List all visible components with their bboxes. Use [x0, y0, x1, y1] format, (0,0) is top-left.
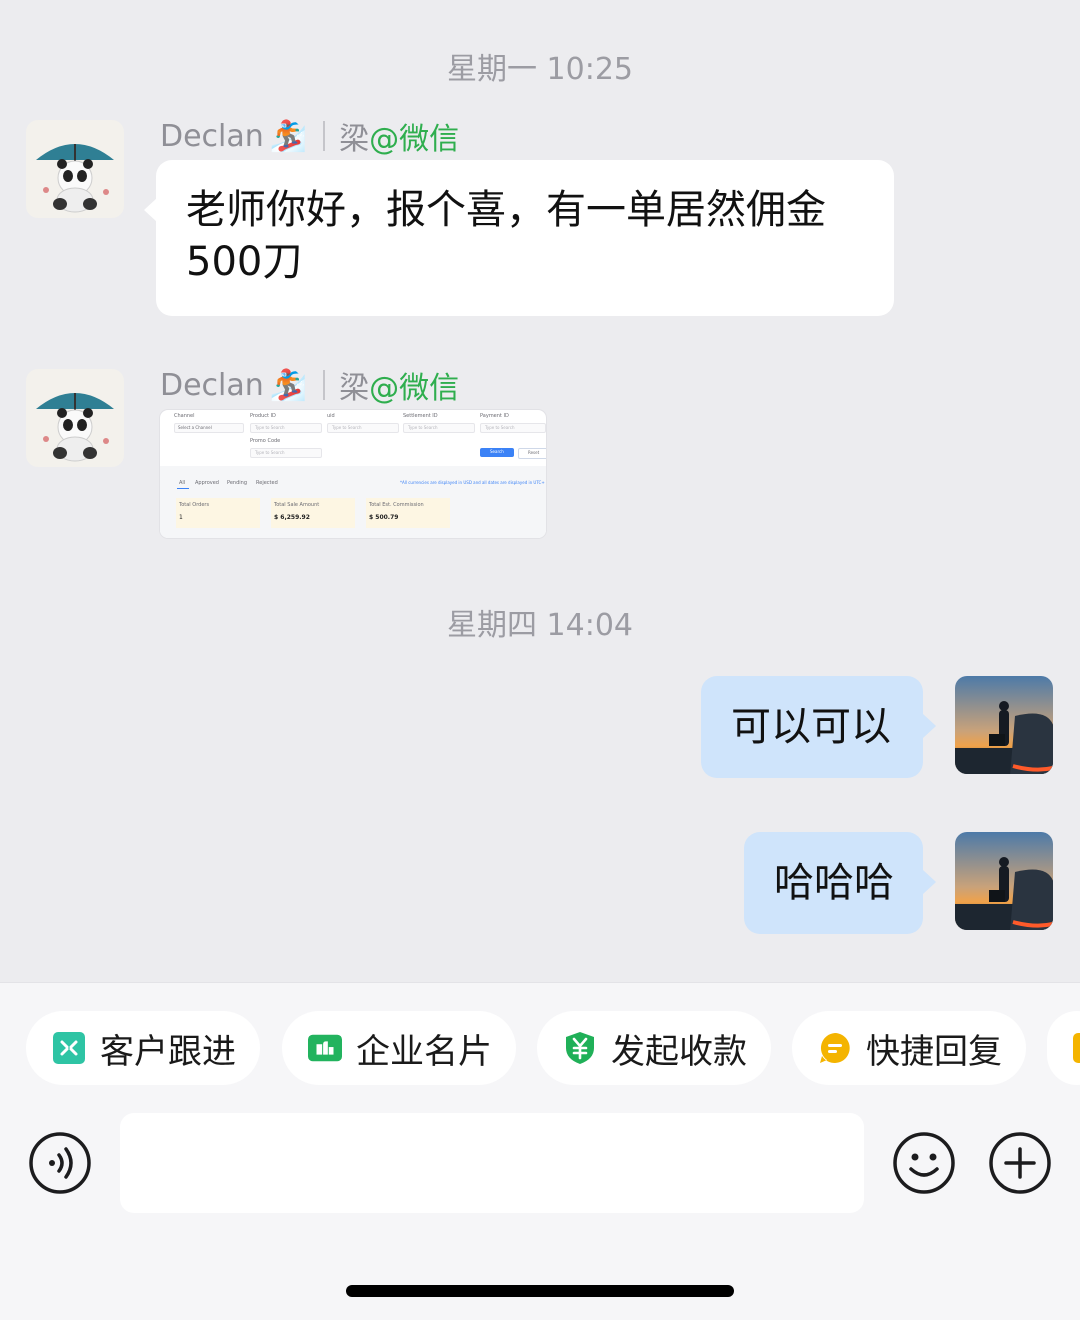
image-message-screenshot[interactable]: Channel Product ID uid Settlement ID Pay…	[160, 410, 546, 538]
bottom-toolbar: 客户跟进 企业名片 发起收款 快捷回复	[0, 982, 1080, 1320]
chip-label: 发起收款	[611, 1031, 747, 1072]
filter-label: Payment ID	[480, 413, 509, 419]
stat-card: Total Orders 1	[176, 498, 260, 528]
emoji-button[interactable]	[892, 1131, 956, 1195]
search-input: Type to Search	[327, 423, 399, 433]
self-avatar[interactable]	[955, 676, 1053, 774]
divider	[323, 121, 326, 151]
business-card-icon	[308, 1031, 342, 1065]
chip-business-card[interactable]: 企业名片	[282, 1011, 516, 1085]
tab-pending: Pending	[227, 480, 247, 486]
search-input: Type to Search	[250, 448, 322, 458]
panda-avatar-image	[26, 369, 124, 467]
message-text: 老师你好，报个喜，有一单居然佣金	[186, 187, 826, 233]
message-text: 可以可以	[731, 704, 891, 750]
snowboard-emoji: 🏂	[269, 118, 308, 154]
incoming-message-bubble[interactable]: 老师你好，报个喜，有一单居然佣金 500刀	[144, 160, 894, 316]
filter-label: uid	[327, 413, 335, 419]
filter-label: Settlement ID	[403, 413, 438, 419]
outgoing-message-bubble[interactable]: 可以可以	[701, 676, 936, 778]
filter-label: Channel	[174, 413, 195, 419]
chip-payment[interactable]: 发起收款	[537, 1011, 771, 1085]
tab-all: All	[179, 480, 186, 486]
sunset-avatar-image	[955, 676, 1053, 774]
home-indicator	[346, 1285, 734, 1297]
sender-source: @微信	[369, 122, 460, 157]
chip-customer-followup[interactable]: 客户跟进	[26, 1011, 260, 1085]
timestamp: 星期一 10:25	[447, 52, 633, 87]
sender-remark: 梁	[339, 122, 370, 157]
sender-source: @微信	[369, 371, 460, 406]
emoji-icon	[893, 1132, 955, 1194]
stat-card: Total Est. Commission $ 500.79	[366, 498, 450, 528]
search-input: Type to Search	[480, 423, 546, 433]
payment-shield-icon	[563, 1031, 597, 1065]
sender-name: Declan	[160, 118, 264, 154]
channel-select: Select a Channel	[174, 423, 244, 433]
tab-underline	[177, 488, 189, 489]
sender-remark: 梁	[339, 371, 370, 406]
sender-avatar[interactable]	[26, 369, 124, 467]
panda-avatar-image	[26, 120, 124, 218]
sender-line: Declan 🏂 梁 @微信	[160, 363, 459, 407]
quick-reply-icon	[818, 1031, 852, 1065]
promo-label: Promo Code	[250, 438, 281, 444]
search-input: Type to Search	[403, 423, 475, 433]
message-text-line2: 500刀	[186, 239, 303, 285]
chip-label: 客户跟进	[100, 1031, 236, 1072]
outgoing-message-bubble[interactable]: 哈哈哈	[744, 832, 936, 934]
customer-followup-icon	[52, 1031, 86, 1065]
sunset-avatar-image	[955, 832, 1053, 930]
stat-card: Total Sale Amount $ 6,259.92	[271, 498, 355, 528]
chip-more-partial[interactable]	[1047, 1011, 1080, 1085]
sender-line: Declan 🏂 梁 @微信	[160, 114, 459, 158]
snowboard-emoji: 🏂	[269, 367, 308, 403]
sender-avatar[interactable]	[26, 120, 124, 218]
tab-approved: Approved	[195, 480, 219, 486]
chip-label: 企业名片	[356, 1031, 492, 1072]
plus-icon	[989, 1132, 1051, 1194]
timestamp: 星期四 14:04	[447, 608, 633, 643]
more-chip-icon	[1073, 1031, 1080, 1065]
plus-button[interactable]	[988, 1131, 1052, 1195]
currency-note: *All currencies are displayed in USD and…	[400, 480, 545, 485]
filter-label: Product ID	[250, 413, 276, 419]
voice-button[interactable]	[28, 1131, 92, 1195]
chip-quick-reply[interactable]: 快捷回复	[792, 1011, 1026, 1085]
search-button: Search	[480, 448, 514, 457]
reset-button: Reset	[518, 448, 546, 459]
message-text: 哈哈哈	[774, 860, 894, 906]
chip-label: 快捷回复	[866, 1031, 1002, 1072]
tab-rejected: Rejected	[256, 480, 278, 486]
voice-icon	[29, 1132, 91, 1194]
divider	[323, 370, 326, 400]
sender-name: Declan	[160, 367, 264, 403]
search-input: Type to Search	[250, 423, 322, 433]
self-avatar[interactable]	[955, 832, 1053, 930]
chat-area: 星期一 10:25 Declan 🏂 梁 @微信 老师你好，报个喜，有一单居然佣…	[0, 0, 1080, 982]
message-input[interactable]	[120, 1113, 864, 1213]
